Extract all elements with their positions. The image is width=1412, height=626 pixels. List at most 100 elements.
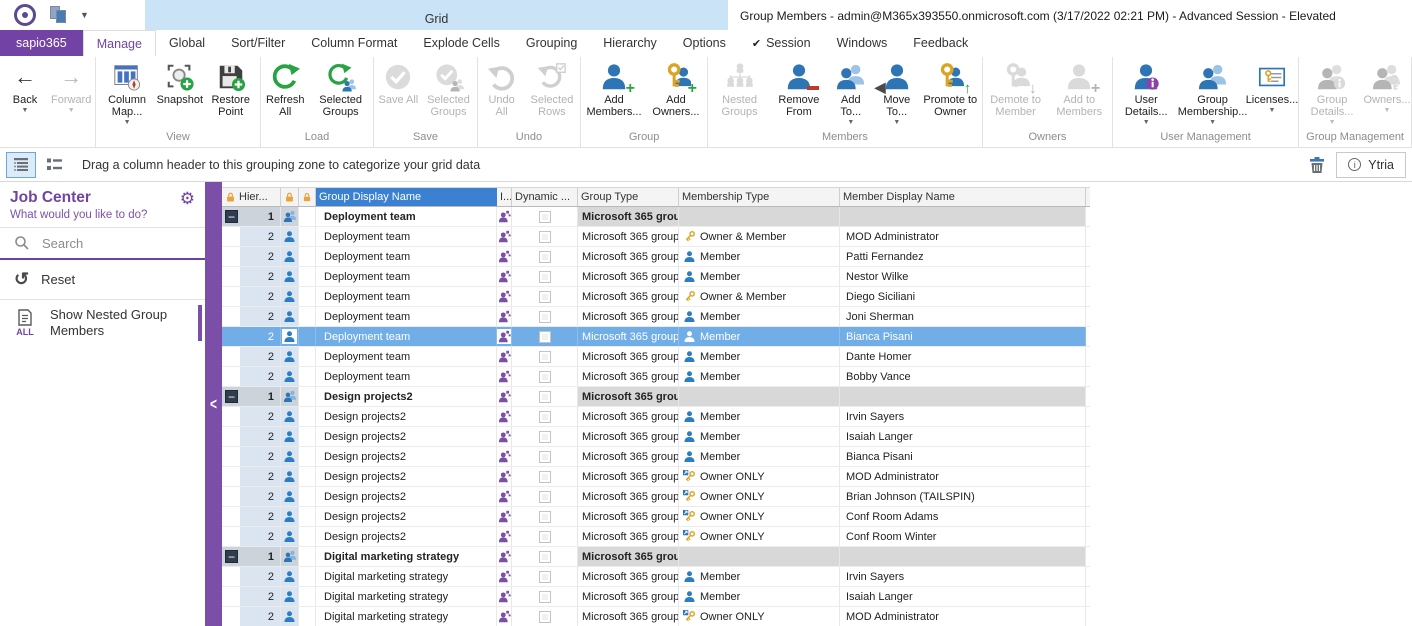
grid-row[interactable]: − 2 Deployment team Microsoft 365 group (222, 327, 1090, 347)
grid-row[interactable]: − 2 Design projects2 Microsoft 365 group (222, 467, 1090, 487)
dropdown-caret-icon[interactable]: ▼ (124, 119, 131, 126)
dynamic-checkbox[interactable] (539, 531, 551, 543)
column-map-button[interactable]: Column Map... ▼ (97, 57, 156, 128)
dynamic-checkbox[interactable] (539, 331, 551, 343)
reset-button[interactable]: ↺ Reset (0, 260, 205, 300)
add-to-button[interactable]: Add To... ▼ (828, 57, 874, 128)
grid-row[interactable]: − 2 Digital marketing strategy Microsoft… (222, 607, 1090, 626)
dropdown-caret-icon[interactable]: ▼ (893, 119, 900, 126)
group-membership-button[interactable]: Group Membership... ▼ (1178, 57, 1246, 128)
column-header-hierarchy[interactable]: Hier... (222, 188, 281, 206)
ribbon-tab[interactable]: Hierarchy (590, 30, 670, 56)
dynamic-checkbox[interactable] (539, 211, 551, 223)
dynamic-checkbox[interactable] (539, 231, 551, 243)
quick-access-caret-icon[interactable]: ▼ (80, 10, 89, 20)
grid-row[interactable]: − 2 Design projects2 Microsoft 365 group (222, 487, 1090, 507)
dynamic-checkbox[interactable] (539, 311, 551, 323)
job-show-nested-group-members[interactable]: ALL Show Nested Group Members (0, 300, 205, 346)
column-header-group-display-name[interactable]: Group Display Name (316, 188, 497, 206)
dynamic-checkbox[interactable] (539, 431, 551, 443)
grid-row[interactable]: − 2 Deployment team Microsoft 365 group (222, 287, 1090, 307)
add-members-button[interactable]: + Add Members... (582, 57, 646, 120)
grouping-tree-view-button[interactable] (6, 152, 36, 178)
dynamic-checkbox[interactable] (539, 251, 551, 263)
grid-row[interactable]: − 2 Deployment team Microsoft 365 group (222, 307, 1090, 327)
ribbon-tab[interactable]: Sort/Filter (218, 30, 298, 56)
dynamic-checkbox[interactable] (539, 491, 551, 503)
column-header-icon[interactable]: I... (497, 188, 512, 206)
grid-row[interactable]: − 1 Deployment team Microsoft 365 group (222, 207, 1090, 227)
snapshot-button[interactable]: Snapshot (157, 57, 203, 108)
ribbon-tab[interactable]: Feedback (900, 30, 981, 56)
ribbon-tab[interactable]: Manage (83, 30, 156, 56)
dynamic-checkbox[interactable] (539, 291, 551, 303)
collapse-toggle-icon[interactable]: − (225, 550, 238, 563)
search-input[interactable] (42, 236, 162, 251)
grid-row[interactable]: − 1 Digital marketing strategy Microsoft… (222, 547, 1090, 567)
grid-row[interactable]: − 2 Deployment team Microsoft 365 group (222, 347, 1090, 367)
trash-icon[interactable] (1308, 156, 1326, 174)
dynamic-checkbox[interactable] (539, 571, 551, 583)
grid-row[interactable]: − 2 Digital marketing strategy Microsoft… (222, 587, 1090, 607)
grid-row[interactable]: − 2 Deployment team Microsoft 365 group (222, 267, 1090, 287)
window-switch-icon[interactable] (50, 6, 66, 24)
dropdown-caret-icon[interactable]: ▼ (22, 107, 29, 114)
grid-row[interactable]: − 2 Design projects2 Microsoft 365 group (222, 447, 1090, 467)
column-header-lock2[interactable] (299, 188, 316, 206)
user-details-button[interactable]: User Details... ▼ (1114, 57, 1178, 128)
grid-row[interactable]: − 2 Deployment team Microsoft 365 group (222, 247, 1090, 267)
grid-row[interactable]: − 2 Design projects2 Microsoft 365 group (222, 507, 1090, 527)
ribbon-tab[interactable]: Grouping (513, 30, 590, 56)
add-owners-button[interactable]: + Add Owners... (646, 57, 706, 120)
ribbon-tab[interactable]: Global (156, 30, 218, 56)
grid-row[interactable]: − 2 Design projects2 Microsoft 365 group (222, 527, 1090, 547)
dynamic-checkbox[interactable] (539, 371, 551, 383)
promote-to-owner-button[interactable]: ↑ Promote to Owner (920, 57, 981, 120)
dropdown-caret-icon[interactable]: ▼ (1269, 107, 1276, 114)
move-to-button[interactable]: ◀ Move To... ▼ (874, 57, 920, 128)
dynamic-checkbox[interactable] (539, 271, 551, 283)
ribbon-tab[interactable]: sapio365 (0, 30, 83, 56)
gear-icon[interactable]: ⚙ (180, 189, 195, 209)
dropdown-caret-icon[interactable]: ▼ (847, 119, 854, 126)
refresh-all-button[interactable]: Refresh All (262, 57, 309, 120)
dynamic-checkbox[interactable] (539, 391, 551, 403)
dynamic-checkbox[interactable] (539, 351, 551, 363)
ribbon-tab[interactable]: ✔ Session (739, 30, 824, 56)
grid-row[interactable]: − 2 Deployment team Microsoft 365 group (222, 367, 1090, 387)
dynamic-checkbox[interactable] (539, 511, 551, 523)
column-header-lock1[interactable] (281, 188, 299, 206)
grid-row[interactable]: − 2 Design projects2 Microsoft 365 group (222, 427, 1090, 447)
dynamic-checkbox[interactable] (539, 591, 551, 603)
column-header-dynamic[interactable]: Dynamic ... (512, 188, 578, 206)
column-header-membership-type[interactable]: Membership Type (679, 188, 840, 206)
licenses-button[interactable]: Licenses... ▼ (1247, 57, 1297, 116)
refresh-selected-groups-button[interactable]: Selected Groups (309, 57, 372, 120)
dynamic-checkbox[interactable] (539, 611, 551, 623)
ribbon-tab[interactable]: Options (670, 30, 739, 56)
grid-row[interactable]: − 2 Digital marketing strategy Microsoft… (222, 567, 1090, 587)
restore-point-button[interactable]: Restore Point (203, 57, 259, 120)
ytria-about-button[interactable]: i Ytria (1336, 152, 1406, 178)
dynamic-checkbox[interactable] (539, 551, 551, 563)
grid-row[interactable]: − 1 Design projects2 Microsoft 365 group (222, 387, 1090, 407)
dynamic-checkbox[interactable] (539, 411, 551, 423)
dropdown-caret-icon[interactable]: ▼ (1209, 119, 1216, 126)
ribbon-tab[interactable]: Windows (824, 30, 901, 56)
grid-row[interactable]: − 2 Design projects2 Microsoft 365 group (222, 407, 1090, 427)
ribbon-tab[interactable]: Column Format (298, 30, 410, 56)
dropdown-caret-icon[interactable]: ▼ (1143, 119, 1150, 126)
back-button[interactable]: ← Back ▼ (2, 57, 48, 116)
collapse-toggle-icon[interactable]: − (225, 390, 238, 403)
grouping-flat-view-button[interactable] (39, 152, 69, 178)
column-header-member-display-name[interactable]: Member Display Name (840, 188, 1086, 206)
sidebar-collapse-bar[interactable]: < (205, 182, 222, 626)
ribbon-tab[interactable]: Explode Cells (410, 30, 512, 56)
column-header-group-type[interactable]: Group Type (578, 188, 679, 206)
job-search[interactable] (0, 227, 205, 260)
grid-row[interactable]: − 2 Deployment team Microsoft 365 group (222, 227, 1090, 247)
dynamic-checkbox[interactable] (539, 471, 551, 483)
remove-from-button[interactable]: Remove From (770, 57, 828, 120)
dynamic-checkbox[interactable] (539, 451, 551, 463)
collapse-toggle-icon[interactable]: − (225, 210, 238, 223)
